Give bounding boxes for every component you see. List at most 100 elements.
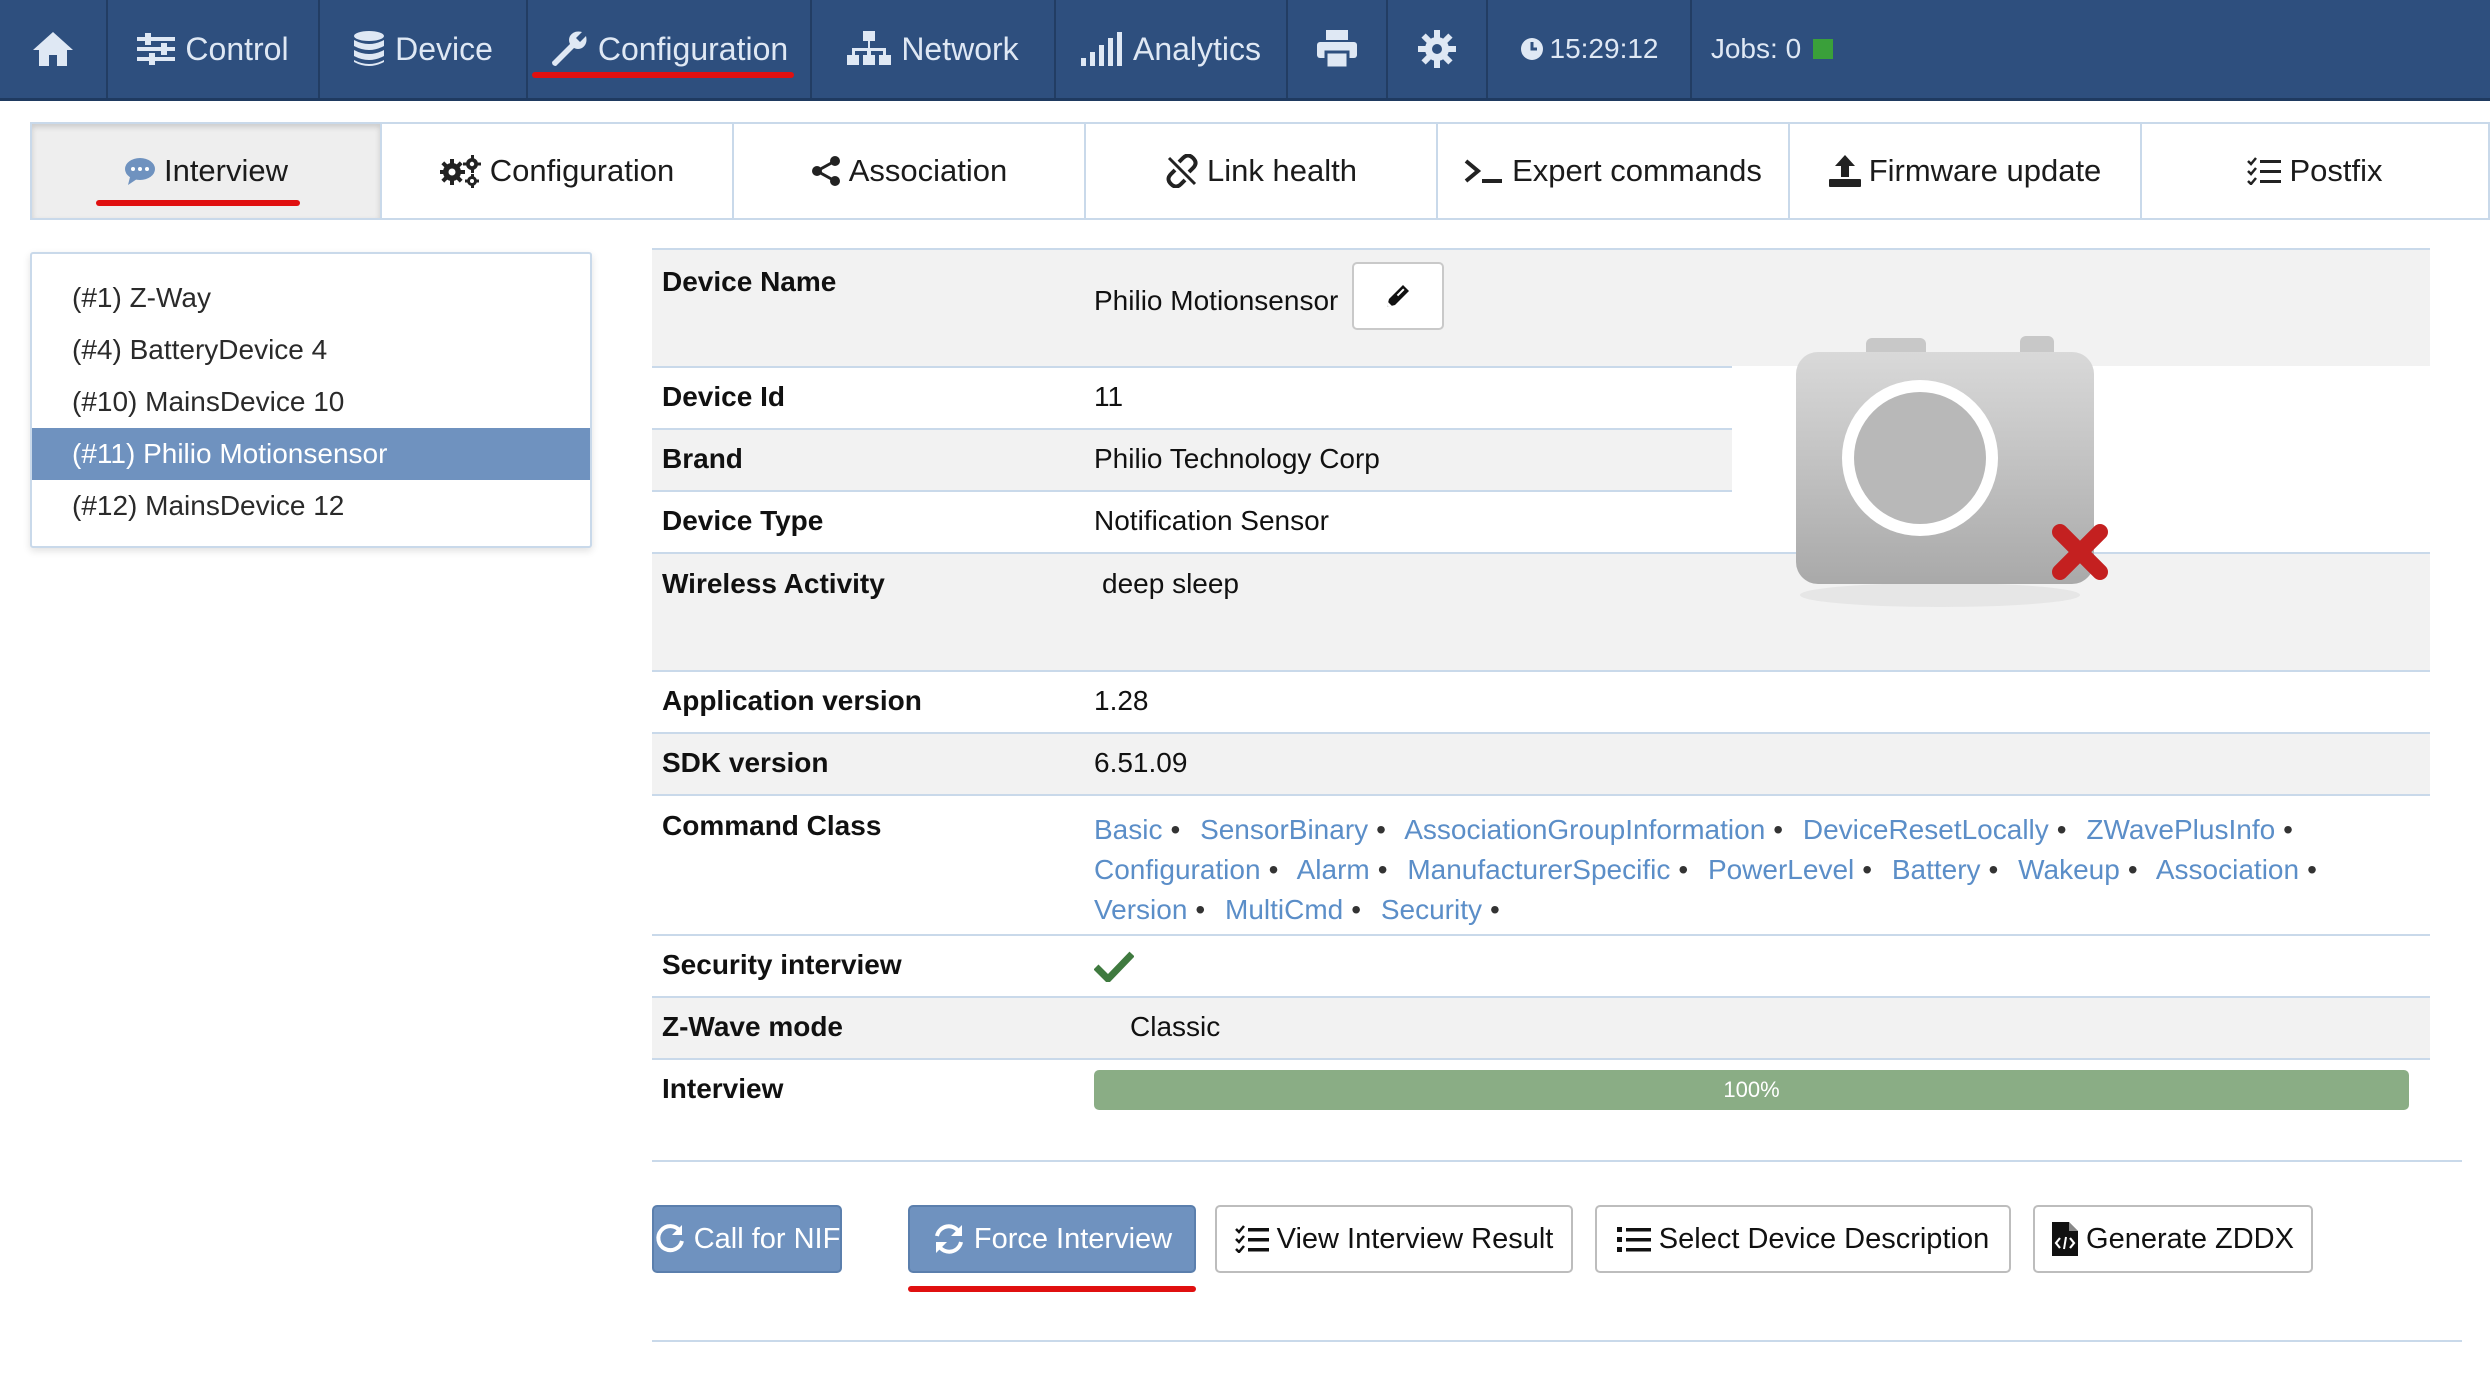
rotate-icon [654,1223,686,1255]
device-list-item[interactable]: (#4) BatteryDevice 4 [32,324,590,376]
tab-firmware-update[interactable]: Firmware update [1788,122,2140,220]
tab-expert-commands-label: Expert commands [1512,153,1762,188]
cc-link[interactable]: SensorBinary [1200,814,1368,845]
nav-configuration[interactable]: Configuration [528,0,812,98]
device-list-item[interactable]: (#10) MainsDevice 10 [32,376,590,428]
device-type-value: Notification Sensor [1094,505,1330,536]
zwave-mode-value: Classic [1130,1011,1221,1042]
tab-interview-label: Interview [163,153,289,188]
device-info-table: Device Name Philio Motionsensor Device I… [652,248,2430,1120]
tab-postfix[interactable]: Postfix [2140,122,2490,220]
terminal-icon [1464,157,1504,185]
select-device-description-button[interactable]: Select Device Description [1595,1205,2011,1273]
refresh-icon [932,1222,966,1256]
button-bar-top-border [652,1160,2462,1162]
cc-link[interactable]: Version [1094,894,1187,925]
row-security-interview: Security interview [652,934,2430,996]
upload-icon [1828,155,1861,187]
check-icon [1094,951,1134,982]
tab-postfix-label: Postfix [2289,153,2383,188]
nav-configuration-label: Configuration [597,30,789,67]
row-wireless-activity: Wireless Activity deep sleep [652,552,2430,670]
cc-link[interactable]: Basic [1094,814,1162,845]
clock-icon [1520,37,1544,61]
nav-print[interactable] [1288,0,1388,98]
cc-link[interactable]: Battery [1892,854,1981,885]
top-navbar: Control Device Configuration Network Ana… [0,0,2490,101]
call-for-nif-button[interactable]: Call for NIF [652,1205,842,1273]
generate-zddx-label: Generate ZDDX [2086,1222,2294,1255]
active-nav-indicator [532,72,794,78]
device-list-item-selected[interactable]: (#11) Philio Motionsensor [32,428,590,480]
cc-link[interactable]: Alarm [1297,854,1370,885]
jobs-label: Jobs: 0 [1710,33,1802,64]
sliders-icon [137,33,176,65]
device-list-item[interactable]: (#12) MainsDevice 12 [32,480,590,532]
nav-analytics[interactable]: Analytics [1056,0,1288,98]
device-type-label: Device Type [662,505,824,536]
nav-device[interactable]: Device [320,0,528,98]
nav-network[interactable]: Network [812,0,1056,98]
tab-configuration[interactable]: Configuration [380,122,732,220]
cc-link[interactable]: Association [2156,854,2299,885]
tab-firmware-update-label: Firmware update [1868,153,2102,188]
cc-link[interactable]: DeviceResetLocally [1803,814,2049,845]
nav-settings[interactable] [1388,0,1488,98]
row-device-name: Device Name Philio Motionsensor [652,248,2430,366]
file-code-icon [2052,1222,2079,1256]
device-list-item[interactable]: (#1) Z-Way [32,272,590,324]
row-interview: Interview 100% [652,1058,2430,1120]
tab-association[interactable]: Association [732,122,1084,220]
interview-label: Interview [662,1073,784,1104]
sitemap-icon [847,31,892,67]
gear-icon [1418,30,1456,68]
jobs[interactable]: Jobs: 0 [1692,0,1852,98]
cc-link[interactable]: MultiCmd [1225,894,1343,925]
tab-expert-commands[interactable]: Expert commands [1436,122,1788,220]
force-interview-highlight [908,1286,1196,1292]
app-version-label: Application version [662,685,922,716]
force-interview-button[interactable]: Force Interview [908,1205,1196,1273]
cc-link[interactable]: AssociationGroupInformation [1404,814,1765,845]
nav-home[interactable] [0,0,108,98]
clock: 15:29:12 [1488,0,1692,98]
nav-control[interactable]: Control [108,0,320,98]
select-device-description-label: Select Device Description [1658,1222,1990,1255]
no-image-camera-icon [1796,336,2108,607]
row-command-class: Command Class Basic • SensorBinary • Assoc… [652,794,2430,934]
view-interview-result-label: View Interview Result [1276,1222,1554,1255]
cc-link[interactable]: ManufacturerSpecific [1407,854,1670,885]
row-device-type: Device Type Notification Sensor [652,490,1732,552]
cc-link[interactable]: PowerLevel [1708,854,1854,885]
sdk-version-label: SDK version [662,747,829,778]
pencil-icon [1387,285,1410,307]
tab-link-health[interactable]: Link health [1084,122,1436,220]
view-interview-result-button[interactable]: View Interview Result [1215,1205,1573,1273]
nav-device-label: Device [395,30,493,67]
brand-label: Brand [662,443,743,474]
tab-configuration-label: Configuration [489,153,675,188]
generate-zddx-button[interactable]: Generate ZDDX [2033,1205,2313,1273]
cc-link[interactable]: Wakeup [2018,854,2120,885]
edit-name-button[interactable] [1352,262,1445,330]
device-list: (#1) Z-Way (#4) BatteryDevice 4 (#10) Ma… [30,252,592,548]
wrench-icon [550,30,588,68]
clock-time: 15:29:12 [1549,33,1659,64]
nav-network-label: Network [901,30,1019,67]
cc-link[interactable]: ZWavePlusInfo [2086,814,2275,845]
cc-link[interactable]: Configuration [1094,854,1261,885]
row-brand: Brand Philio Technology Corp [652,428,1732,490]
row-zwave-mode: Z-Wave mode Classic [652,996,2430,1058]
device-name-value: Philio Motionsensor [1094,285,1339,316]
home-icon [31,30,75,68]
sdk-version-value: 6.51.09 [1094,747,1188,778]
force-interview-label: Force Interview [973,1222,1173,1255]
command-class-label: Command Class [662,810,882,841]
cc-link[interactable]: Security [1381,894,1482,925]
share-icon [811,155,841,187]
gears-icon [439,154,482,188]
device-id-value: 11 [1094,381,1124,412]
list-check-icon [2247,157,2282,185]
interview-progress-text: 100% [1723,1077,1780,1102]
call-for-nif-label: Call for NIF [693,1222,841,1255]
